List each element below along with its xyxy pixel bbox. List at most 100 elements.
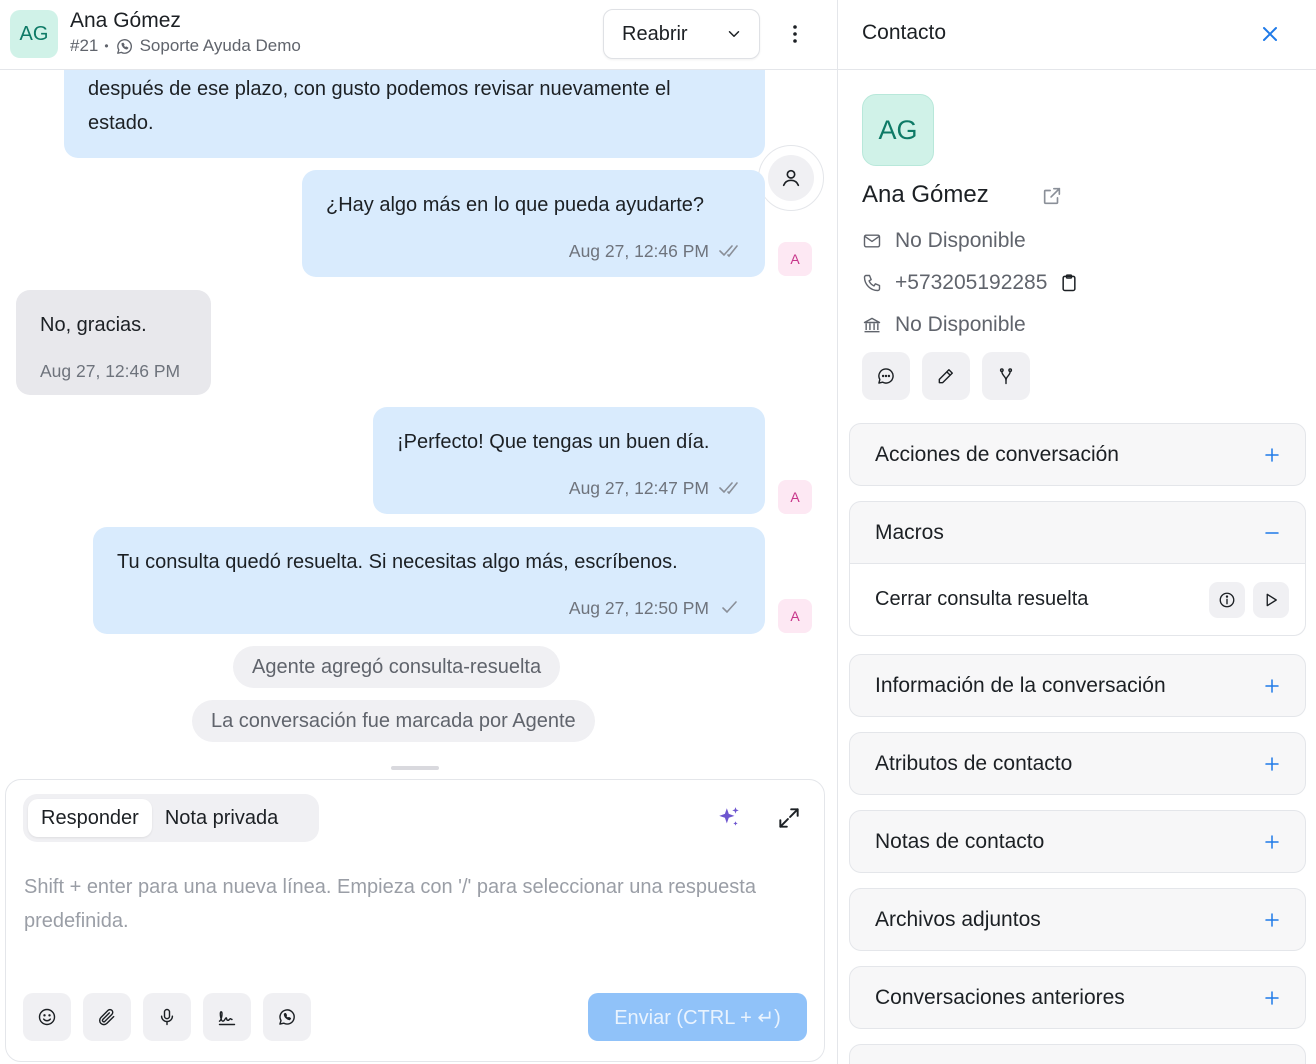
accordion-next-partial: [849, 1044, 1306, 1064]
macro-item: Cerrar consulta resuelta: [850, 563, 1305, 635]
accordion-attachments: Archivos adjuntos: [849, 888, 1306, 951]
sender-avatar: A: [778, 242, 812, 276]
message-input[interactable]: Shift + enter para una nueva línea. Empi…: [24, 870, 804, 938]
accordion-conversation-info: Información de la conversación: [849, 654, 1306, 717]
chat-bubble-icon: [878, 368, 894, 384]
plus-icon: [1265, 912, 1279, 927]
whatsapp-template-button[interactable]: [263, 993, 311, 1041]
plus-icon: [1265, 990, 1279, 1005]
tab-private-note[interactable]: Nota privada: [152, 799, 291, 837]
app-root: después de ese plazo, con gusto podemos …: [0, 0, 1316, 1064]
message-text: ¡Perfecto! Que tengas un buen día.: [397, 431, 710, 453]
contact-company: No Disponible: [895, 313, 1026, 336]
expand-icon[interactable]: [776, 805, 802, 831]
macro-actions: [1209, 581, 1289, 618]
contact-avatar[interactable]: AG: [10, 10, 58, 58]
editor-resize-handle[interactable]: [391, 766, 439, 770]
reply-mode-toggle: Responder Nota privada: [23, 794, 319, 842]
accordion-header[interactable]: Macros: [850, 502, 1305, 563]
accordion-previous-conversations: Conversaciones anteriores: [849, 966, 1306, 1029]
double-check-icon: [719, 245, 738, 258]
user-icon: [782, 169, 800, 187]
emoji-button[interactable]: [23, 993, 71, 1041]
inbox-name: Soporte Ayuda Demo: [139, 36, 301, 55]
phone-icon: [863, 274, 881, 292]
accordion-header[interactable]: Notas de contacto: [850, 811, 1305, 872]
accordion-title: Macros: [875, 520, 944, 544]
tab-reply[interactable]: Responder: [28, 799, 152, 837]
activity-message: Agente agregó consulta-resuelta: [233, 646, 561, 688]
message-time: Aug 27, 12:46 PM: [568, 241, 709, 261]
message-outgoing: Tu consulta quedó resuelta. Si necesitas…: [93, 527, 765, 634]
plus-icon: [1265, 834, 1279, 849]
contact-phone-row: +573205192285: [862, 271, 1079, 295]
accordion-title: Información de la conversación: [875, 673, 1166, 697]
contact-panel-header: Contacto: [838, 0, 1316, 70]
accordion-header[interactable]: Conversaciones anteriores: [850, 967, 1305, 1028]
chevron-down-icon: [728, 31, 740, 37]
merge-contact-button[interactable]: [982, 352, 1030, 400]
accordion-contact-notes: Notas de contacto: [849, 810, 1306, 873]
accordion-title: Acciones de conversación: [875, 442, 1119, 466]
macro-info-button[interactable]: [1209, 581, 1245, 618]
new-message-button[interactable]: [862, 352, 910, 400]
message-meta: Aug 27, 12:50 PM: [569, 591, 741, 625]
audio-record-button[interactable]: [143, 993, 191, 1041]
sender-avatar: A: [778, 480, 812, 514]
plus-icon: [1265, 447, 1279, 462]
message-text: después de ese plazo, con gusto podemos …: [88, 78, 671, 134]
message-outgoing: ¡Perfecto! Que tengas un buen día. Aug 2…: [373, 407, 765, 514]
pencil-icon: [938, 369, 953, 384]
external-link-icon[interactable]: [1041, 185, 1063, 207]
accordion-header[interactable]: Atributos de contacto: [850, 733, 1305, 794]
plus-icon: [1265, 756, 1279, 771]
message-outgoing: ¿Hay algo más en lo que pueda ayudarte? …: [302, 170, 765, 277]
message-time: Aug 27, 12:46 PM: [40, 361, 181, 381]
message-meta: Aug 27, 12:46 PM: [569, 234, 741, 268]
accordion-contact-attributes: Atributos de contacto: [849, 732, 1306, 795]
contact-name: Ana Gómez: [862, 181, 989, 208]
sender-avatar: A: [778, 599, 812, 633]
contact-panel: Contacto AG Ana Gómez No Disponible +573…: [838, 0, 1316, 1064]
separator-dot: •: [104, 39, 109, 53]
contact-name[interactable]: Ana Gómez: [70, 9, 181, 33]
ai-sparkle-icon[interactable]: [716, 805, 742, 831]
minus-icon: [1265, 531, 1279, 534]
info-icon: [1219, 592, 1235, 607]
clipboard-icon[interactable]: [1059, 273, 1079, 293]
reopen-label: Reabrir: [622, 22, 688, 45]
contact-info-toggle[interactable]: [758, 145, 824, 211]
accordion-header[interactable]: Información de la conversación: [850, 655, 1305, 716]
message-time: Aug 27, 12:47 PM: [568, 478, 709, 498]
attachment-button[interactable]: [83, 993, 131, 1041]
accordion-header[interactable]: Acciones de conversación: [850, 424, 1305, 485]
conversation-id: #21: [70, 36, 99, 55]
message-incoming: No, gracias. Aug 27, 12:46 PM: [16, 290, 211, 395]
contact-float-inner: [768, 155, 814, 201]
accordion-title: Atributos de contacto: [875, 751, 1073, 775]
panel-title: Contacto: [862, 21, 947, 44]
whatsapp-icon: [279, 1009, 295, 1025]
macro-run-button[interactable]: [1253, 581, 1289, 618]
message-text: ¿Hay algo más en lo que pueda ayudarte?: [326, 194, 705, 216]
accordion-title: Archivos adjuntos: [875, 907, 1041, 931]
accordion-title: Conversaciones anteriores: [875, 985, 1125, 1009]
send-button[interactable]: Enviar (CTRL + ↵): [588, 993, 807, 1041]
edit-contact-button[interactable]: [922, 352, 970, 400]
more-options-icon[interactable]: [783, 22, 807, 46]
emoji-icon: [38, 1008, 56, 1026]
check-icon: [722, 601, 737, 614]
message-text: No, gracias.: [40, 314, 147, 336]
activity-message: La conversación fue marcada por Agente: [192, 700, 595, 742]
accordion-header[interactable]: Archivos adjuntos: [850, 889, 1305, 950]
accordion-macros: Macros Cerrar consulta resuelta: [849, 501, 1306, 636]
close-icon[interactable]: [1258, 22, 1282, 46]
attachment-icon: [98, 1008, 115, 1026]
contact-email: No Disponible: [895, 229, 1026, 252]
plus-icon: [1265, 678, 1279, 693]
reply-editor: Responder Nota privada Shift + enter par…: [5, 779, 825, 1062]
signature-button[interactable]: [203, 993, 251, 1041]
merge-icon: [999, 368, 1013, 385]
conversation-pane: después de ese plazo, con gusto podemos …: [0, 0, 838, 1064]
reopen-button[interactable]: Reabrir: [603, 9, 760, 59]
